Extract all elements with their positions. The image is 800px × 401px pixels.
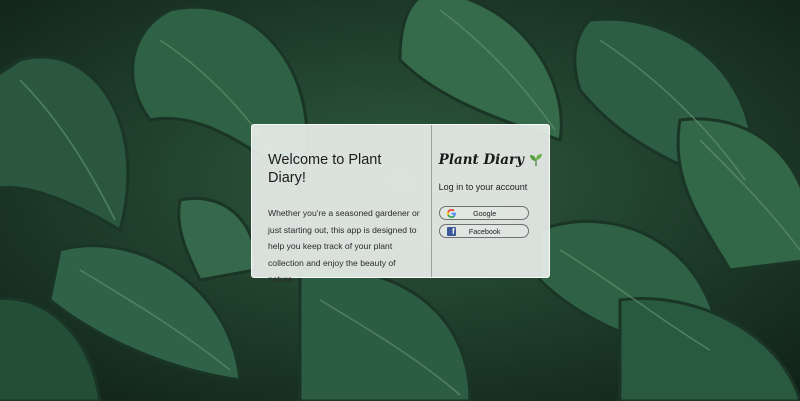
facebook-login-button[interactable]: f Facebook [438,224,529,238]
seedling-icon [529,153,543,167]
welcome-panel: Welcome to Plant Diary! Whether you're a… [252,125,432,284]
google-icon [446,208,456,218]
google-button-label: Google [473,208,497,218]
login-panel: Plant Diary Log in to your account Googl… [432,125,549,277]
brand-name: Plant Diary [438,152,524,168]
login-page: Welcome to Plant Diary! Whether you're a… [0,0,800,401]
brand-logo: Plant Diary [439,152,543,168]
welcome-title: Welcome to Plant Diary! [268,152,382,186]
google-login-button[interactable]: Google [438,206,529,220]
facebook-button-label: Facebook [468,226,501,236]
welcome-description: Whether you're a seasoned gardener or ju… [268,208,420,284]
welcome-login-card: Welcome to Plant Diary! Whether you're a… [251,124,550,284]
login-prompt: Log in to your account [438,182,528,192]
facebook-icon: f [446,226,456,236]
